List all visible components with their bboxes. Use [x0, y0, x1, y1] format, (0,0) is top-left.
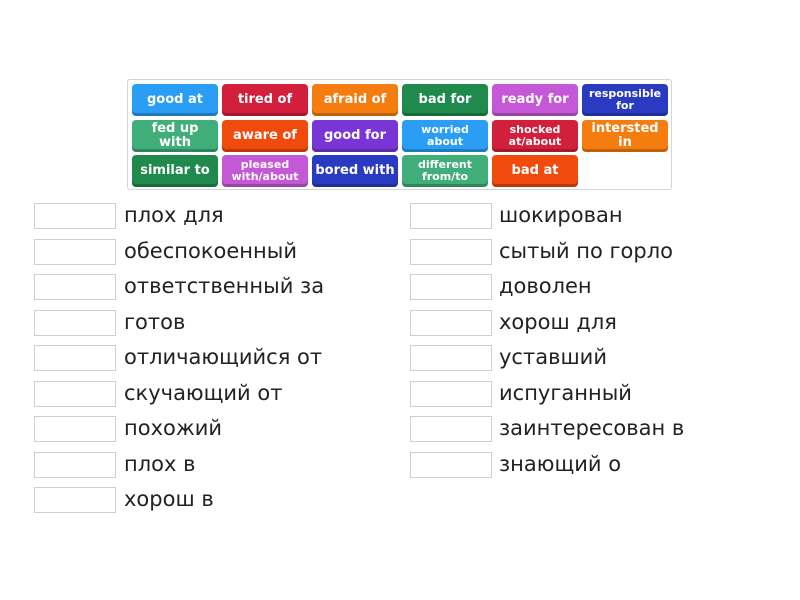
- answer-drop-slot[interactable]: [410, 345, 492, 371]
- answer-drop-slot[interactable]: [34, 238, 116, 265]
- prompt-label: ответственный за: [124, 274, 325, 298]
- word-tile[interactable]: bad at: [492, 155, 578, 187]
- prompt-label: сытый по горло: [499, 238, 673, 263]
- answer-drop-slot[interactable]: [410, 380, 492, 407]
- word-tile[interactable]: different from/to: [402, 155, 488, 187]
- word-tile[interactable]: worried about: [402, 119, 488, 152]
- word-tile[interactable]: ready for: [492, 84, 578, 116]
- answer-drop-slot[interactable]: [410, 274, 492, 300]
- word-tile[interactable]: good at: [132, 84, 218, 116]
- answer-drop-slot[interactable]: [34, 487, 116, 513]
- prompt-label: плох для: [124, 203, 224, 227]
- prompt-label: хорош в: [124, 487, 214, 511]
- word-tile[interactable]: good for: [312, 119, 398, 152]
- prompt-label: плох в: [124, 451, 196, 476]
- prompt-label: похожий: [124, 416, 223, 440]
- prompt-label: готов: [124, 309, 186, 334]
- prompt-label: заинтересован в: [499, 416, 685, 440]
- word-tile[interactable]: fed up with: [132, 119, 218, 152]
- prompt-label: шокирован: [499, 203, 623, 227]
- prompt-label: испуганный: [499, 380, 632, 405]
- answer-drop-slot[interactable]: [34, 203, 116, 229]
- word-tile[interactable]: responsible for: [582, 84, 668, 116]
- answer-drop-slot[interactable]: [34, 309, 116, 336]
- answer-drop-slot[interactable]: [410, 238, 492, 265]
- word-tile[interactable]: afraid of: [312, 84, 398, 116]
- answer-drop-slot[interactable]: [410, 309, 492, 336]
- word-bank: good at tired of afraid of bad for ready for…: [127, 79, 672, 190]
- prompt-label: обеспокоенный: [124, 238, 297, 263]
- answer-drop-slot[interactable]: [34, 416, 116, 442]
- prompt-label: доволен: [499, 274, 592, 298]
- word-tile[interactable]: intersted in: [582, 119, 668, 152]
- prompt-label: отличающийся от: [124, 345, 323, 369]
- prompt-label: скучающий от: [124, 380, 283, 405]
- word-tile[interactable]: similar to: [132, 155, 218, 187]
- answer-drop-slot[interactable]: [410, 451, 492, 478]
- answer-drop-slot[interactable]: [410, 416, 492, 442]
- prompt-label: знающий о: [499, 451, 622, 476]
- answer-drop-slot[interactable]: [34, 451, 116, 478]
- word-tile[interactable]: shocked at/about: [492, 119, 578, 152]
- word-tile[interactable]: bored with: [312, 155, 398, 187]
- word-tile[interactable]: tired of: [222, 84, 308, 116]
- answer-drop-slot[interactable]: [34, 380, 116, 407]
- answer-drop-slot[interactable]: [34, 274, 116, 300]
- word-tile[interactable]: bad for: [402, 84, 488, 116]
- answer-drop-slot[interactable]: [34, 345, 116, 371]
- answer-drop-slot[interactable]: [410, 203, 492, 229]
- prompt-label: уставший: [499, 345, 607, 369]
- word-tile[interactable]: pleased with/about: [222, 155, 308, 187]
- word-tile[interactable]: aware of: [222, 119, 308, 152]
- prompt-label: хорош для: [499, 309, 617, 334]
